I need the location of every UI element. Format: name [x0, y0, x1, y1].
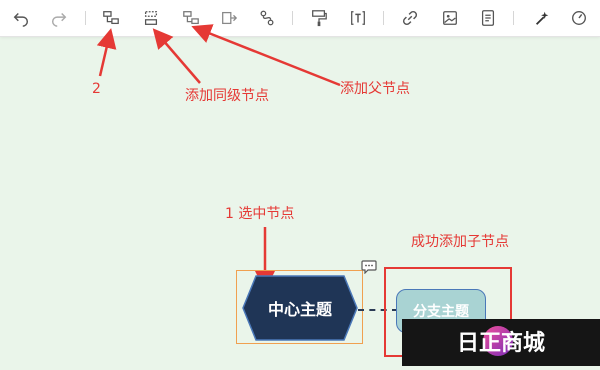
link-button[interactable] — [398, 6, 422, 30]
move-node-button[interactable] — [217, 6, 241, 30]
toolbar-divider — [292, 11, 293, 25]
compass-button[interactable] — [567, 6, 591, 30]
add-sibling-node-button[interactable] — [139, 6, 163, 30]
success-annotation: 成功添加子节点 — [411, 234, 509, 250]
svg-text:日正商城: 日正商城 — [457, 330, 545, 356]
format-brush-button[interactable] — [307, 6, 331, 30]
redo-icon — [51, 12, 67, 27]
toolbar-divider — [383, 11, 384, 25]
toolbar-divider — [513, 11, 514, 25]
add-parent-icon — [183, 11, 199, 25]
child-topic-label: 分支主题 — [413, 304, 469, 320]
magic-wand-icon — [535, 11, 549, 25]
note-icon — [481, 10, 495, 26]
toolbar-divider — [85, 11, 86, 25]
add-parent-node-button[interactable] — [179, 6, 203, 30]
undo-icon — [13, 12, 29, 27]
add-sibling-annotation: 添加同级节点 — [185, 88, 269, 104]
text-icon — [351, 11, 365, 25]
central-topic-label: 中心主题 — [267, 300, 332, 319]
add-child-icon — [103, 11, 119, 25]
compass-icon — [572, 11, 586, 25]
relation-icon — [260, 10, 274, 26]
magic-button[interactable] — [530, 6, 554, 30]
image-icon — [443, 11, 457, 25]
format-brush-icon — [312, 10, 327, 27]
note-button[interactable] — [476, 6, 500, 30]
link-icon — [402, 10, 418, 26]
add-child-node-button[interactable] — [99, 6, 123, 30]
toolbar — [0, 0, 600, 37]
select-node-annotation: 1 选中节点 — [225, 206, 295, 222]
move-node-icon — [222, 11, 238, 25]
central-topic-node[interactable]: 中心主题 — [242, 275, 358, 341]
step-2-label: 2 — [92, 81, 101, 97]
redo-button[interactable] — [47, 6, 71, 30]
relation-line-button[interactable] — [255, 6, 279, 30]
add-sibling-icon — [144, 11, 158, 25]
comment-icon[interactable] — [361, 259, 377, 275]
watermark-logo: 日正商城 — [402, 319, 600, 366]
text-button[interactable] — [346, 6, 370, 30]
image-button[interactable] — [438, 6, 462, 30]
undo-button[interactable] — [9, 6, 33, 30]
add-parent-annotation: 添加父节点 — [340, 81, 410, 97]
